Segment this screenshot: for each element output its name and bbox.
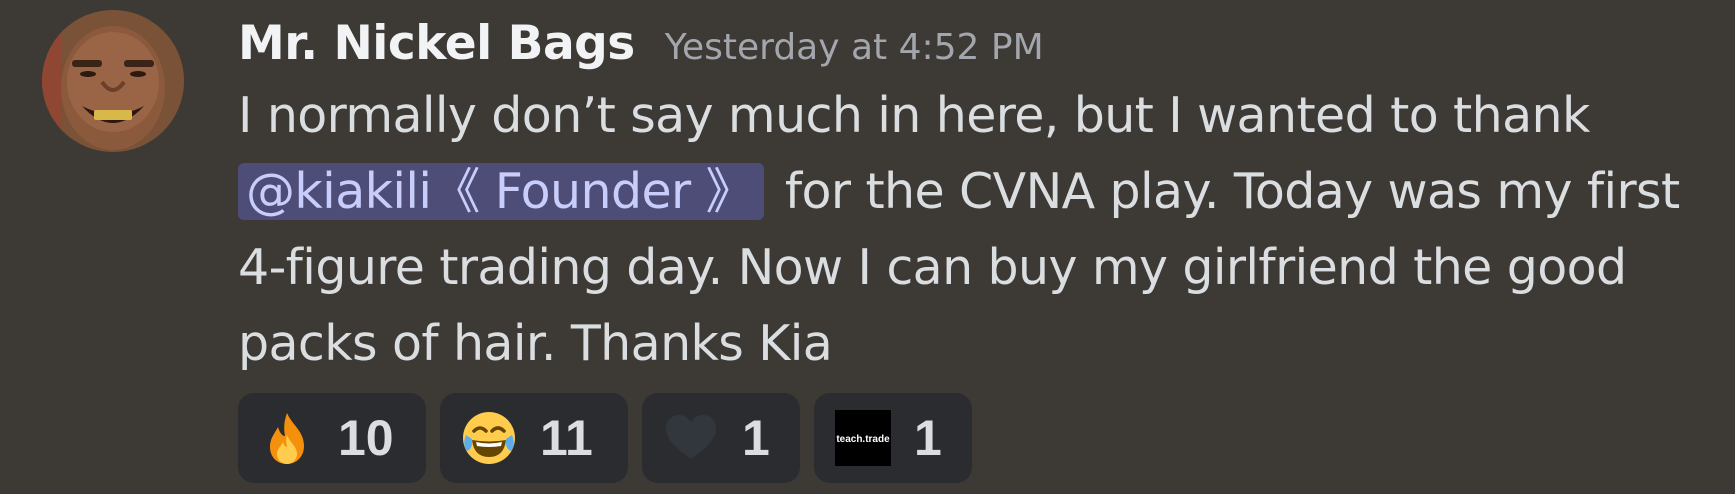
message-content: Mr. Nickel Bags Yesterday at 4:52 PM I n… (238, 8, 1708, 382)
reaction-count: 11 (540, 410, 593, 466)
black-heart-icon (662, 409, 720, 467)
author-name[interactable]: Mr. Nickel Bags (238, 8, 635, 80)
fire-icon (258, 409, 316, 467)
reaction-count: 10 (338, 410, 394, 466)
reaction-count: 1 (914, 410, 942, 466)
teach-trade-label: teach.trade (836, 434, 890, 445)
reaction-count: 1 (742, 410, 770, 466)
reaction-teach-trade[interactable]: teach.trade 1 (814, 393, 972, 483)
message-header: Mr. Nickel Bags Yesterday at 4:52 PM (238, 8, 1708, 80)
reaction-tears-of-joy[interactable]: 11 (440, 393, 628, 483)
user-mention[interactable]: @kiakili《 Founder 》 (238, 163, 764, 220)
chat-message: Mr. Nickel Bags Yesterday at 4:52 PM I n… (0, 0, 1735, 494)
message-body: I normally don’t say much in here, but I… (238, 78, 1708, 382)
teach-trade-icon: teach.trade (834, 409, 892, 467)
reactions-bar: 10 11 1 teach.trade 1 (238, 393, 972, 483)
reaction-fire[interactable]: 10 (238, 393, 426, 483)
reaction-black-heart[interactable]: 1 (642, 393, 800, 483)
tears-of-joy-icon (460, 409, 518, 467)
message-timestamp[interactable]: Yesterday at 4:52 PM (665, 12, 1044, 84)
avatar[interactable] (42, 10, 184, 152)
message-text-part-1: I normally don’t say much in here, but I… (238, 87, 1590, 144)
